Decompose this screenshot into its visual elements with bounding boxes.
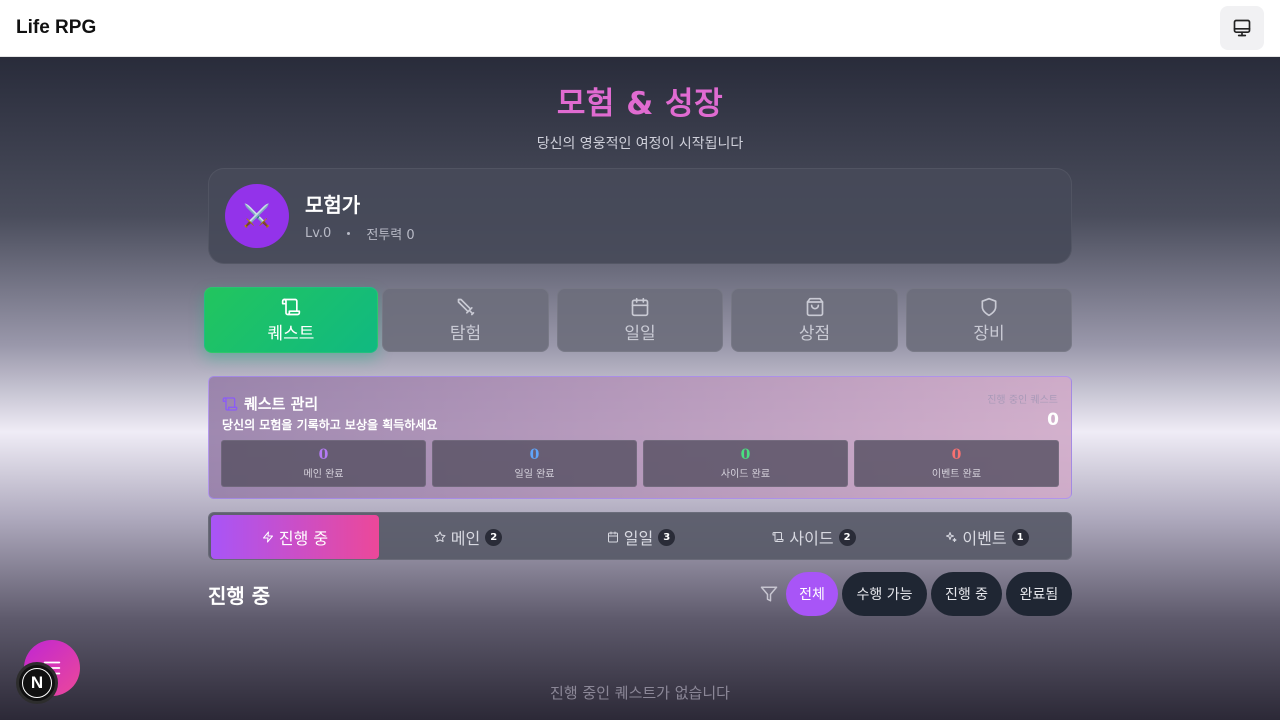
avatar: ⚔️ bbox=[225, 184, 289, 248]
stat-label: 이벤트 완료 bbox=[931, 469, 982, 480]
tab-daily[interactable]: 일일 bbox=[557, 288, 723, 352]
stat-label: 메인 완료 bbox=[303, 469, 344, 480]
badge-letter: N bbox=[22, 668, 52, 698]
count-badge: 3 bbox=[658, 528, 676, 546]
sword-icon bbox=[457, 298, 474, 315]
profile-power: 전투력 0 bbox=[366, 228, 415, 243]
profile-name: 모험가 bbox=[305, 193, 361, 217]
tab-label: 메인 bbox=[450, 529, 481, 548]
scroll-icon bbox=[222, 396, 238, 411]
stat-event-completed: 0 이벤트 완료 bbox=[854, 440, 1059, 487]
active-quests-label: 진행 중인 퀘스트 bbox=[987, 395, 1058, 406]
display-toggle-button[interactable] bbox=[1220, 6, 1264, 50]
star-icon bbox=[434, 531, 446, 542]
tab-in-progress[interactable]: 진행 중 bbox=[211, 515, 379, 559]
hero-header: 모험 & 성장 당신의 영웅적인 여정이 시작됩니다 bbox=[0, 78, 1280, 153]
monitor-icon bbox=[1233, 19, 1251, 37]
section-title: 진행 중 bbox=[208, 584, 271, 608]
quest-category-tabs: 진행 중 메인 2 일일 3 사이드 2 이벤트 1 bbox=[208, 512, 1072, 560]
stat-side-completed: 0 사이드 완료 bbox=[643, 440, 848, 487]
shield-icon bbox=[981, 297, 997, 316]
count-badge: 1 bbox=[1011, 528, 1029, 546]
tab-label: 이벤트 bbox=[962, 529, 1007, 548]
tab-equipment-label: 장비 bbox=[973, 323, 1005, 344]
profile-level: Lv.0 bbox=[305, 226, 332, 241]
filter-available-button[interactable]: 수행 가능 bbox=[842, 572, 927, 616]
tab-main[interactable]: 메인 2 bbox=[384, 515, 552, 559]
dev-tools-badge[interactable]: N bbox=[16, 662, 58, 704]
filter-in-progress-button[interactable]: 진행 중 bbox=[931, 572, 1002, 616]
tab-label: 진행 중 bbox=[278, 529, 329, 548]
tab-quest-label: 퀘스트 bbox=[267, 323, 315, 344]
quest-panel-subtitle: 당신의 모험을 기록하고 보상을 획득하세요 bbox=[222, 418, 438, 432]
crossed-swords-icon: ⚔️ bbox=[243, 203, 271, 229]
tab-daily-label: 일일 bbox=[624, 323, 656, 344]
shopping-bag-icon bbox=[806, 297, 823, 316]
separator-dot bbox=[347, 232, 351, 235]
page-subtitle: 당신의 영웅적인 여정이 시작됩니다 bbox=[536, 136, 744, 152]
main-nav-tabs: 퀘스트 탐험 일일 상점 장비 bbox=[204, 287, 1074, 353]
tab-label: 일일 bbox=[623, 529, 654, 548]
count-badge: 2 bbox=[485, 528, 503, 546]
tab-explore-label: 탐험 bbox=[449, 323, 482, 344]
sparkles-icon bbox=[946, 532, 957, 542]
filter-icon[interactable] bbox=[760, 585, 778, 603]
tab-equipment[interactable]: 장비 bbox=[906, 288, 1072, 352]
quest-management-panel: 퀘스트 관리 당신의 모험을 기록하고 보상을 획득하세요 진행 중인 퀘스트 … bbox=[208, 376, 1072, 499]
stat-value: 0 bbox=[318, 447, 329, 463]
active-quests-count: 0 bbox=[1047, 410, 1059, 430]
filter-completed-button[interactable]: 완료됨 bbox=[1006, 572, 1072, 616]
empty-state-text: 진행 중인 퀘스트가 없습니다 bbox=[550, 684, 730, 702]
scroll-icon bbox=[772, 532, 784, 542]
stat-label: 일일 완료 bbox=[514, 469, 555, 480]
tab-label: 사이드 bbox=[789, 529, 834, 548]
tab-daily-quests[interactable]: 일일 3 bbox=[557, 515, 725, 559]
top-bar: Life RPG bbox=[0, 0, 1280, 57]
stat-value: 0 bbox=[740, 447, 751, 463]
calendar-icon bbox=[607, 531, 618, 543]
tab-shop[interactable]: 상점 bbox=[731, 288, 898, 352]
filter-all-button[interactable]: 전체 bbox=[786, 572, 838, 616]
tab-event[interactable]: 이벤트 1 bbox=[903, 515, 1071, 559]
stat-value: 0 bbox=[951, 447, 962, 463]
stat-daily-completed: 0 일일 완료 bbox=[432, 440, 637, 487]
tab-explore[interactable]: 탐험 bbox=[382, 288, 549, 352]
calendar-icon bbox=[631, 297, 649, 316]
scroll-icon bbox=[281, 298, 301, 315]
tab-side[interactable]: 사이드 2 bbox=[730, 515, 898, 559]
stat-main-completed: 0 메인 완료 bbox=[221, 440, 426, 487]
stat-label: 사이드 완료 bbox=[720, 469, 771, 480]
profile-card: ⚔️ 모험가 Lv.0 전투력 0 bbox=[208, 168, 1072, 264]
quest-panel-title: 퀘스트 관리 bbox=[244, 395, 319, 413]
tab-quest[interactable]: 퀘스트 bbox=[204, 287, 378, 353]
tab-shop-label: 상점 bbox=[798, 323, 831, 344]
zap-icon bbox=[262, 531, 273, 543]
app-title: Life RPG bbox=[16, 17, 97, 38]
count-badge: 2 bbox=[838, 528, 856, 546]
page-title: 모험 & 성장 bbox=[556, 86, 724, 122]
stat-value: 0 bbox=[529, 447, 540, 463]
